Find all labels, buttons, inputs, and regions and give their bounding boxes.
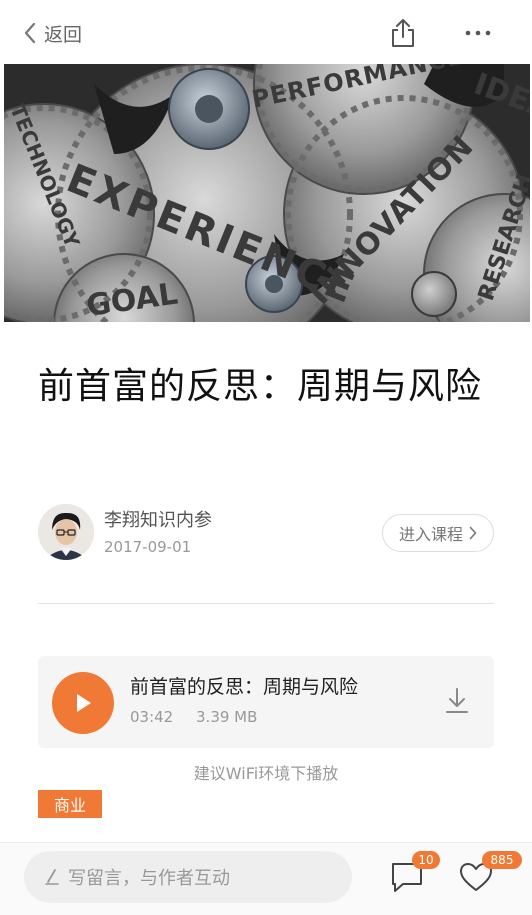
play-button[interactable] — [52, 672, 114, 734]
author-photo — [38, 504, 94, 560]
comment-count-badge: 10 — [412, 851, 440, 869]
chevron-right-icon — [469, 526, 477, 540]
audio-size: 3.39 MB — [196, 708, 258, 726]
share-icon[interactable] — [390, 18, 416, 48]
avatar[interactable] — [38, 504, 94, 560]
category-tag[interactable]: 商业 — [38, 790, 102, 818]
author-name[interactable]: 李翔知识内参 — [104, 506, 212, 532]
enter-course-button[interactable]: 进入课程 — [382, 514, 494, 552]
author-row: 李翔知识内参 2017-09-01 进入课程 — [38, 504, 494, 564]
wifi-hint: 建议WiFi环境下播放 — [193, 764, 339, 783]
download-icon[interactable] — [442, 686, 472, 716]
back-label: 返回 — [44, 23, 83, 46]
more-icon[interactable] — [463, 24, 493, 42]
chevron-left-icon — [24, 22, 36, 44]
enter-course-label: 进入课程 — [398, 525, 463, 544]
gears-illustration: EXPERIENCE PERFORMANCE IDEA TECHNOLOGY I… — [4, 64, 530, 322]
top-nav: 返回 — [0, 0, 532, 64]
play-icon — [77, 694, 91, 712]
comment-placeholder: 写留言，与作者互动 — [68, 868, 230, 889]
publish-date: 2017-09-01 — [104, 538, 192, 556]
audio-title: 前首富的反思：周期与风险 — [130, 676, 359, 698]
pencil-icon — [45, 869, 59, 885]
audio-duration: 03:42 — [130, 708, 174, 726]
divider — [38, 603, 494, 604]
audio-meta: 03:42 3.39 MB — [130, 708, 275, 726]
article-title: 前首富的反思：周期与风险 — [38, 366, 483, 407]
like-count-badge: 885 — [482, 851, 522, 869]
back-button[interactable]: 返回 — [22, 18, 82, 48]
bottom-bar: 写留言，与作者互动 10 885 — [0, 842, 532, 915]
comment-input[interactable]: 写留言，与作者互动 — [24, 851, 352, 903]
audio-player-card[interactable]: 前首富的反思：周期与风险 03:42 3.39 MB — [38, 656, 494, 748]
hero-image: EXPERIENCE PERFORMANCE IDEA TECHNOLOGY I… — [4, 64, 530, 322]
